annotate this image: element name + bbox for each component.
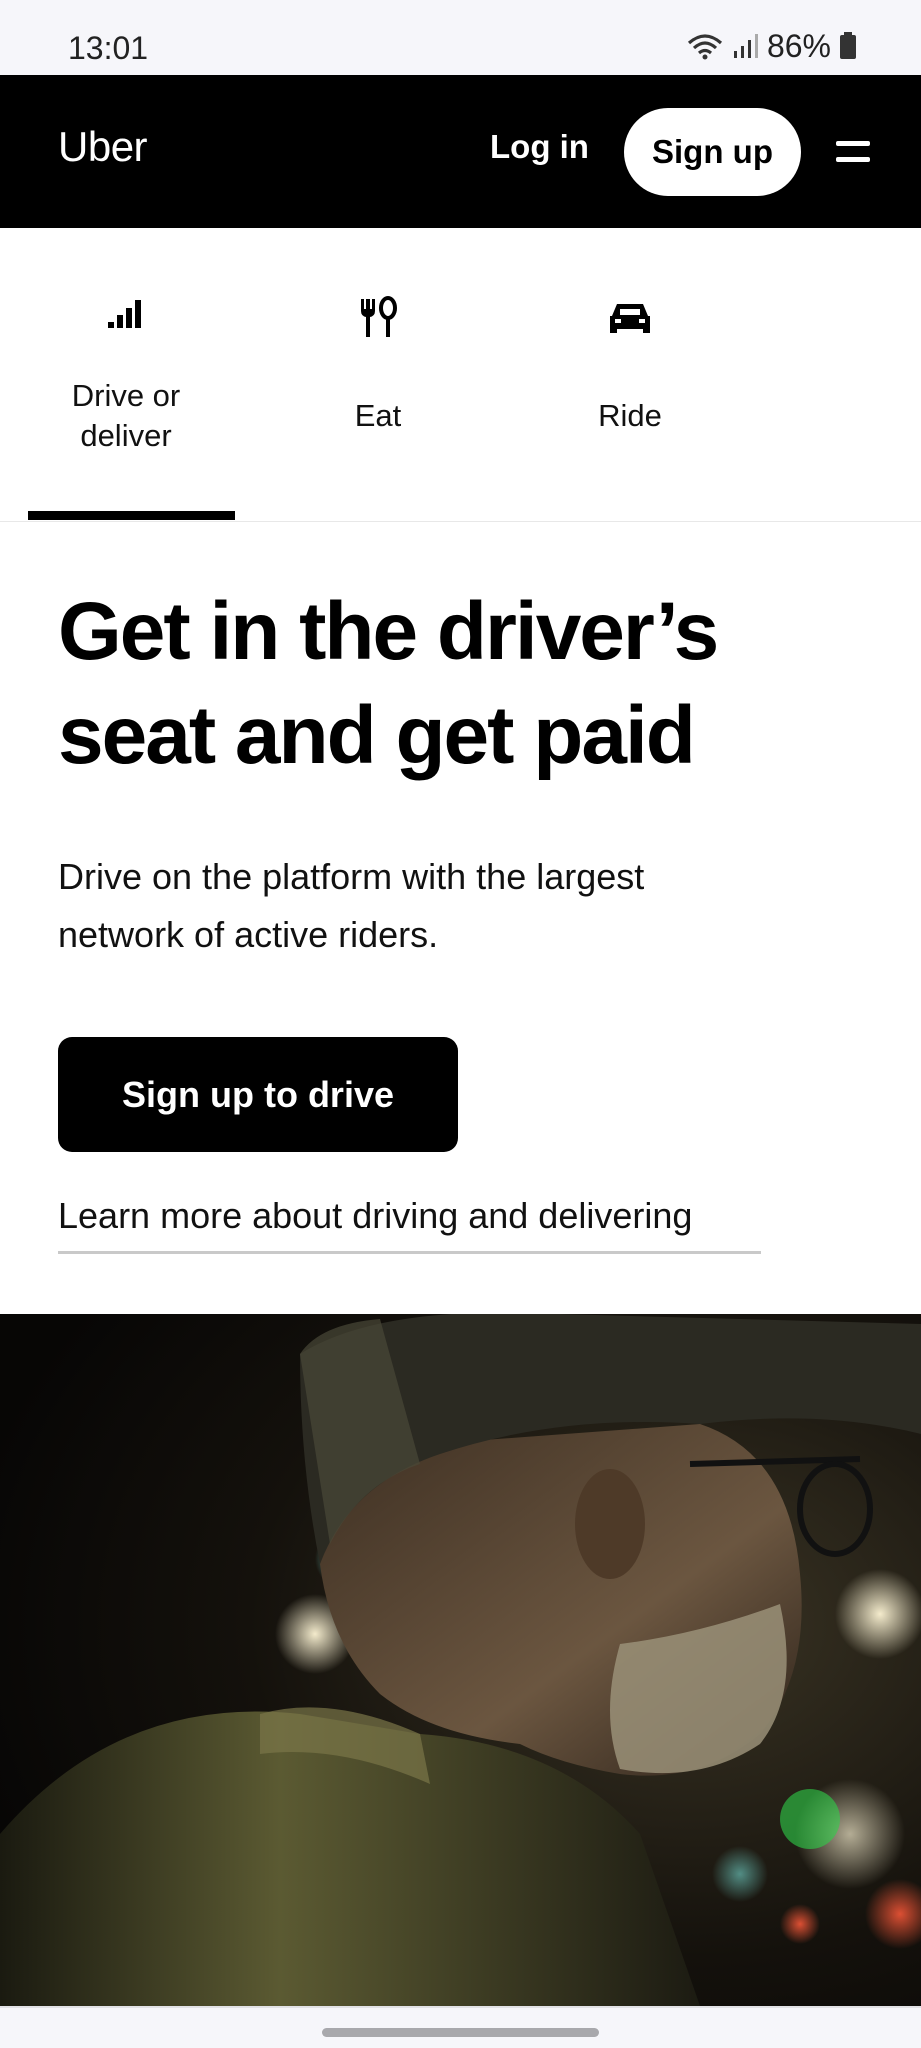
- wifi-icon: [687, 34, 723, 60]
- top-nav: Uber Log in Sign up: [0, 75, 921, 228]
- tab-label: Ride: [598, 398, 662, 433]
- tab-eat[interactable]: Eat: [273, 228, 483, 522]
- uber-logo[interactable]: Uber: [58, 123, 148, 171]
- car-icon: [610, 304, 650, 333]
- signup-button[interactable]: Sign up: [624, 108, 801, 196]
- battery-icon: [840, 32, 856, 59]
- signal-icon: [733, 34, 758, 58]
- tab-drive-or-deliver[interactable]: Drive or deliver: [21, 228, 231, 522]
- status-bar: 13:01 86%: [0, 0, 921, 75]
- driver-photo: [0, 1314, 921, 2006]
- hero-subtitle: Drive on the platform with the largest n…: [58, 856, 645, 955]
- navigation-bar: [0, 2006, 921, 2048]
- fork-spoon-icon: [361, 296, 397, 337]
- sign-up-to-drive-button[interactable]: Sign up to drive: [58, 1037, 458, 1152]
- active-tab-indicator: [28, 511, 235, 520]
- tab-ride[interactable]: Ride: [525, 228, 735, 522]
- status-icons: 86%: [685, 26, 857, 66]
- battery-percent: 86%: [766, 27, 831, 64]
- product-tabs: Drive or deliver Eat Ride: [0, 228, 921, 522]
- status-time: 13:01: [68, 30, 149, 66]
- login-link[interactable]: Log in: [490, 128, 589, 166]
- signal-bars-icon: [108, 300, 141, 328]
- tab-label: Drive or deliver: [71, 378, 181, 453]
- home-gesture-handle[interactable]: [322, 2028, 599, 2037]
- menu-icon[interactable]: [836, 137, 870, 167]
- hero-title: Get in the driver’s seat and get paid: [58, 586, 719, 781]
- tab-label: Eat: [354, 398, 402, 433]
- driver-photo-illustration: [0, 1314, 921, 2006]
- learn-more-link[interactable]: Learn more about driving and delivering: [58, 1195, 761, 1254]
